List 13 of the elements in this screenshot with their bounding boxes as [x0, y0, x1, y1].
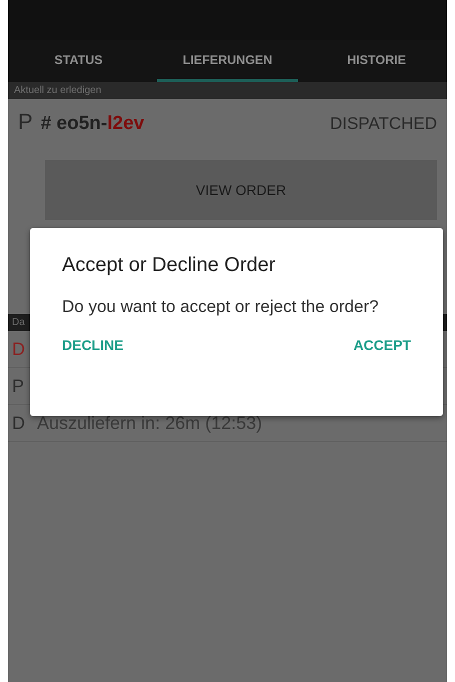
order-id: # eo5n-l2ev: [40, 113, 144, 135]
row-letter: D: [12, 338, 25, 360]
dialog-title: Accept or Decline Order: [62, 254, 276, 277]
row-letter: P: [12, 376, 24, 396]
tab[interactable]: HISTORIE: [306, 40, 447, 82]
order-status: DISPATCHED: [330, 114, 437, 134]
dialog-message: Do you want to accept or reject the order?: [62, 297, 380, 318]
dialog-button[interactable]: DECLINE: [62, 337, 124, 354]
row-letter: D: [12, 412, 25, 434]
dialog-button[interactable]: ACCEPT: [353, 337, 411, 354]
section-header: Aktuell zu erledigen: [8, 82, 447, 99]
order-type: P: [18, 109, 33, 135]
tab[interactable]: STATUS: [8, 40, 149, 82]
